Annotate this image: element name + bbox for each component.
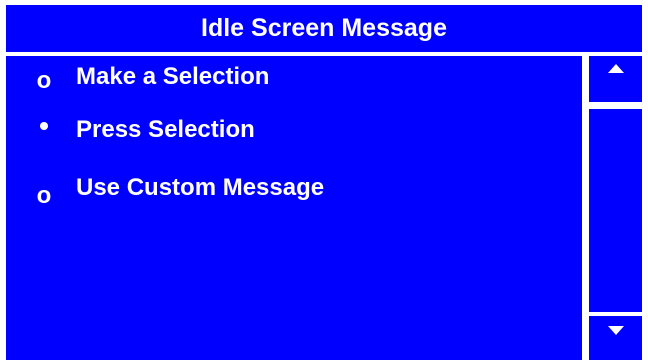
option-list: o Make a Selection • Press Selection o U… [6,56,582,360]
title-bar: Idle Screen Message [6,5,642,52]
scroll-up-button[interactable] [589,56,642,102]
option-make-a-selection[interactable]: o Make a Selection [6,57,566,97]
option-label: Press Selection [76,116,255,143]
idle-screen-message-screen: Idle Screen Message o Make a Selection •… [0,0,648,360]
scroll-down-button[interactable] [589,316,642,360]
radio-unselected-icon: o [36,67,52,94]
option-label: Use Custom Message [76,174,325,201]
option-use-custom-message[interactable]: o Use Custom Message [6,168,566,208]
radio-selected-icon: • [39,110,49,141]
arrow-down-icon [608,326,624,335]
arrow-up-icon [608,64,624,73]
radio-unselected-icon: o [36,182,52,209]
page-title: Idle Screen Message [201,14,447,42]
option-press-selection[interactable]: • Press Selection [6,110,566,150]
option-label: Make a Selection [76,63,270,90]
scrollbar-track[interactable] [589,109,642,312]
